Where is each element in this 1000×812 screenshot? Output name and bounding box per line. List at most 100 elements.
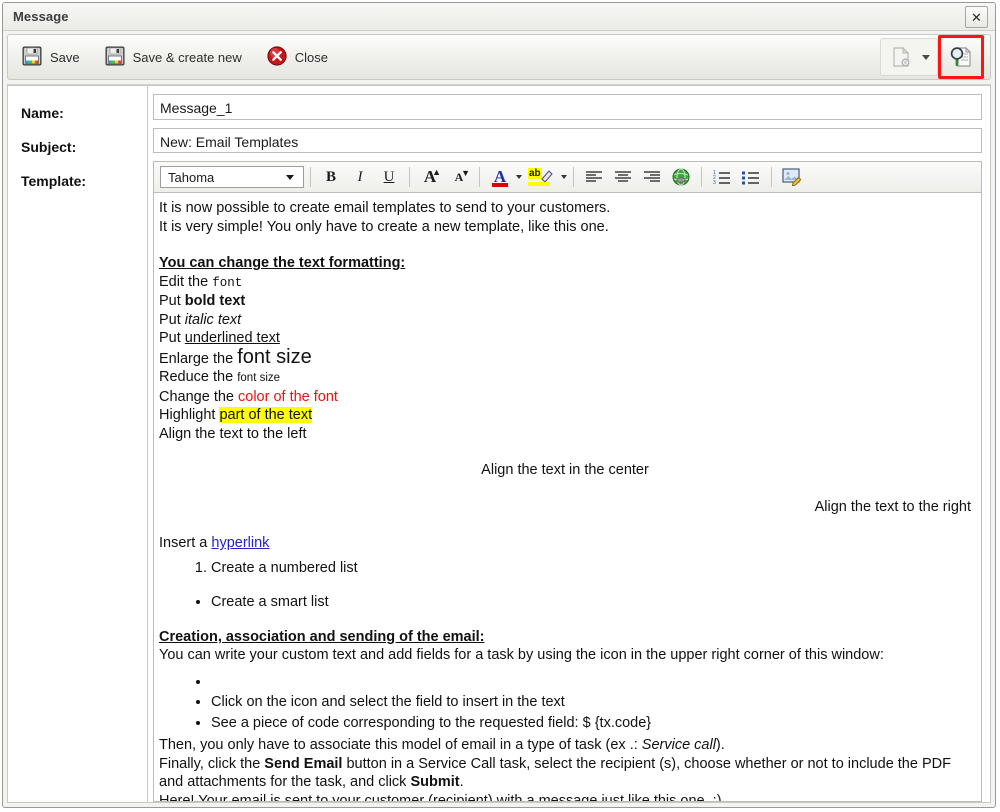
bullet-list: Create a smart list [159,593,971,612]
body-edit-font-line: Edit the font [159,273,971,293]
align-center-button[interactable] [609,164,637,190]
font-family-value: Tahoma [168,169,215,185]
numbered-list-button[interactable]: 123 [708,164,736,190]
name-input[interactable]: Message_1 [153,94,982,120]
window-titlebar: Message ✕ [3,3,995,31]
then-prefix: Then, you only have to associate this mo… [159,737,642,754]
body-enlarge-line: Enlarge the font size [159,347,971,369]
subject-input[interactable]: New: Email Templates [153,127,982,154]
list-item [211,673,971,692]
bold-word: bold text [184,293,246,310]
font-color-button[interactable]: A [486,164,514,190]
toolbar-divider [701,167,702,188]
highlight-color-button[interactable]: ab [523,164,559,190]
caret-down-icon: ▼ [461,168,470,179]
image-edit-icon [782,168,802,187]
list-item: Create a numbered list [211,559,971,578]
save-button-label: Save [50,49,80,65]
window-title: Message [13,9,69,24]
color-word: color of the font [238,388,338,405]
floppy-disk-icon [104,45,126,70]
finally-suffix: . [459,774,464,791]
main-toolbar: Save Save & create new Close [7,34,991,80]
body-align-right: Align the text to the right [814,498,971,515]
hyperlink-button[interactable] [667,164,695,190]
creation-bullet-list: Click on the icon and select the field t… [159,673,971,733]
italic-button[interactable]: I [346,164,374,190]
body-then-line: Then, you only have to associate this mo… [159,736,971,755]
reduce-prefix: Reduce the [159,369,238,386]
align-right-icon [644,171,660,183]
toolbar-divider [771,167,772,188]
body-closing-line: Here! Your email is sent to your custome… [159,792,722,802]
underline-prefix: Put [159,330,185,347]
template-body[interactable]: It is now possible to create email templ… [153,193,982,802]
body-color-line: Change the color of the font [159,388,971,407]
red-x-circle-icon [266,45,288,70]
close-button[interactable]: Close [259,40,339,74]
submit-bold: Submit [410,774,460,791]
body-reduce-line: Reduce the font size [159,368,971,388]
toolbar-divider [310,167,311,188]
form-content: Name: Subject: Template: Message_1 New: … [7,84,991,803]
form-field-column: Message_1 New: Email Templates Tahoma B … [147,85,991,803]
insert-field-dropdown[interactable] [880,38,938,76]
chevron-down-icon[interactable] [516,175,522,180]
hyperlink-prefix: Insert a [159,535,212,552]
then-suffix: ). [715,737,725,754]
bold-button[interactable]: B [317,164,345,190]
increase-font-size-button[interactable]: A ▲ [416,164,444,190]
align-right-button[interactable] [638,164,666,190]
body-bold-line: Put bold text [159,292,971,311]
preview-fields-button[interactable] [938,35,984,79]
body-hyperlink-line: Insert a hyperlink [159,534,971,553]
chevron-down-icon [286,174,294,180]
hyperlink-word[interactable]: hyperlink [211,535,269,551]
highlight-prefix: Highlight [159,407,220,424]
save-button[interactable]: Save [14,40,91,74]
underline-word: underlined text [184,330,280,347]
magnifier-document-icon [950,46,972,67]
body-creation-line: You can write your custom text and add f… [159,647,884,664]
send-email-bold: Send Email [264,755,343,772]
align-center-icon [615,171,631,183]
chevron-down-icon[interactable] [922,54,930,60]
editor-toolbar: Tahoma B I U A ▲ A ▼ A ab 1 2 3 [153,161,982,194]
list-item: Create a smart list [211,593,971,612]
document-gear-icon[interactable] [881,38,921,76]
decrease-font-size-button[interactable]: A ▼ [445,164,473,190]
body-italic-line: Put italic text [159,311,971,330]
align-left-button[interactable] [580,164,608,190]
underline-button[interactable]: U [375,164,403,190]
enlarge-prefix: Enlarge the [159,350,238,367]
highlight-word: part of the text [219,407,313,424]
font-family-select[interactable]: Tahoma [160,166,304,189]
italic-prefix: Put [159,311,185,328]
list-item: Click on the icon and select the field t… [211,693,971,712]
window-close-button[interactable]: ✕ [965,6,988,28]
color-prefix: Change the [159,388,239,405]
body-heading-creation: Creation, association and sending of the… [159,628,485,645]
bullet-list-button[interactable] [737,164,765,190]
chevron-down-icon[interactable] [561,175,567,180]
body-finally-line: Finally, click the Send Email button in … [159,755,971,792]
floppy-disk-icon [21,45,43,70]
toolbar-right-group [880,35,984,79]
then-italic: Service call [641,737,716,754]
message-window: Message ✕ Save Save & create new Close N… [2,2,996,808]
template-editor: Tahoma B I U A ▲ A ▼ A ab 1 2 3 It is no… [153,161,982,802]
highlight-bar [528,182,550,187]
save-and-create-new-button[interactable]: Save & create new [97,40,253,74]
source-edit-button[interactable] [778,164,806,190]
close-icon: ✕ [971,9,982,25]
list-item: See a piece of code corresponding to the… [211,714,971,733]
template-label: Template: [21,173,87,189]
align-left-icon [586,171,602,183]
name-label: Name: [21,105,64,121]
toolbar-divider [409,167,410,188]
reduce-word: font size [237,372,281,385]
